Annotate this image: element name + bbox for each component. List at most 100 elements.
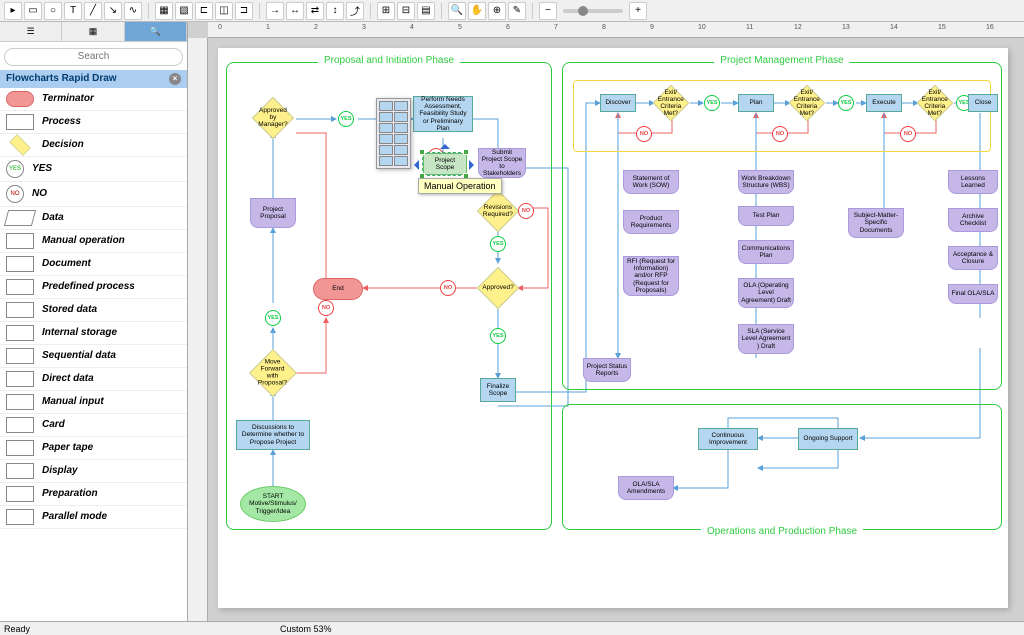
node-sme[interactable]: Subject-Matter-Specific Documents bbox=[848, 208, 904, 238]
arrow-tool-2[interactable]: ↔ bbox=[286, 2, 304, 20]
shape-manual-input[interactable]: Manual input bbox=[0, 391, 187, 414]
shape-process[interactable]: Process bbox=[0, 111, 187, 134]
node-close[interactable]: Close bbox=[968, 94, 998, 112]
node-psr[interactable]: Project Status Reports bbox=[583, 358, 631, 382]
connector-yes-4[interactable]: YES bbox=[490, 328, 506, 344]
align-right-tool[interactable]: ⊐ bbox=[235, 2, 253, 20]
node-discussions[interactable]: Discussions to Determine whether to Prop… bbox=[236, 420, 310, 450]
node-sla[interactable]: SLA (Service Level Agreement ) Draft bbox=[738, 324, 794, 354]
node-end[interactable]: End bbox=[313, 278, 363, 300]
node-finalize[interactable]: Finalize Scope bbox=[480, 378, 516, 402]
shape-paper-tape[interactable]: Paper tape bbox=[0, 437, 187, 460]
palette-shape-5[interactable] bbox=[379, 123, 393, 133]
arrow-handle-up[interactable] bbox=[440, 139, 450, 149]
ellipse-tool[interactable]: ○ bbox=[44, 2, 62, 20]
shape-internal-storage[interactable]: Internal storage bbox=[0, 322, 187, 345]
shape-display[interactable]: Display bbox=[0, 460, 187, 483]
group-tool[interactable]: ▦ bbox=[155, 2, 173, 20]
shape-data[interactable]: Data bbox=[0, 207, 187, 230]
shape-direct-data[interactable]: Direct data bbox=[0, 368, 187, 391]
stamp-tool[interactable]: ⊕ bbox=[488, 2, 506, 20]
palette-shape-7[interactable] bbox=[379, 134, 393, 144]
connector-yes-1[interactable]: YES bbox=[265, 310, 281, 326]
connector-yes-3[interactable]: YES bbox=[490, 236, 506, 252]
sidebar-tab-1[interactable]: ☰ bbox=[0, 22, 62, 41]
node-sow[interactable]: Statement of Work (SOW) bbox=[623, 170, 679, 194]
arrow-tool-4[interactable]: ↕ bbox=[326, 2, 344, 20]
sidebar-tab-2[interactable]: ▦ bbox=[62, 22, 124, 41]
search-tool[interactable]: 🔍 bbox=[448, 2, 466, 20]
shape-terminator[interactable]: Terminator bbox=[0, 88, 187, 111]
node-finalola[interactable]: Final OLA/SLA bbox=[948, 284, 998, 304]
palette-shape-9[interactable] bbox=[379, 145, 393, 155]
node-archive[interactable]: Archive Checklist bbox=[948, 208, 998, 232]
edit-tool[interactable]: ✎ bbox=[508, 2, 526, 20]
zoom-in-icon[interactable]: + bbox=[629, 2, 647, 20]
zoom-slider[interactable] bbox=[563, 9, 623, 13]
palette-shape-6[interactable] bbox=[394, 123, 408, 133]
connector-no-rev[interactable]: NO bbox=[518, 203, 534, 219]
sidebar-tab-search[interactable]: 🔍 bbox=[125, 22, 187, 41]
arrow-tool-5[interactable]: ⤴ bbox=[346, 2, 364, 20]
arrow-handle-right[interactable] bbox=[469, 160, 479, 170]
shape-sequential-data[interactable]: Sequential data bbox=[0, 345, 187, 368]
connector-yes-pm1[interactable]: YES bbox=[704, 95, 720, 111]
node-submit-scope[interactable]: Submit Project Scope to Stakeholders bbox=[478, 148, 526, 178]
shape-predefined-process[interactable]: Predefined process bbox=[0, 276, 187, 299]
hand-tool[interactable]: ✋ bbox=[468, 2, 486, 20]
floating-shape-palette[interactable] bbox=[376, 98, 411, 169]
search-input[interactable] bbox=[4, 48, 183, 66]
node-accept[interactable]: Acceptance & Closure bbox=[948, 246, 998, 270]
arrow-tool-1[interactable]: → bbox=[266, 2, 284, 20]
distribute-v-tool[interactable]: ⊟ bbox=[397, 2, 415, 20]
close-library-icon[interactable]: × bbox=[169, 73, 181, 85]
node-amend[interactable]: OLA/SLA Amendments bbox=[618, 476, 674, 500]
palette-shape-8[interactable] bbox=[394, 134, 408, 144]
text-tool[interactable]: T bbox=[64, 2, 82, 20]
node-project-proposal[interactable]: Project Proposal bbox=[250, 198, 296, 228]
ungroup-tool[interactable]: ▧ bbox=[175, 2, 193, 20]
connector-no-pm2[interactable]: NO bbox=[772, 126, 788, 142]
drawing-canvas[interactable]: Proposal and Initiation Phase Project Ma… bbox=[218, 48, 1008, 608]
connector-yes-pm2[interactable]: YES bbox=[838, 95, 854, 111]
shape-preparation[interactable]: Preparation bbox=[0, 483, 187, 506]
shape-decision[interactable]: Decision bbox=[0, 134, 187, 157]
node-needs-assessment[interactable]: Perform Needs Assessment, Feasibility St… bbox=[413, 96, 473, 132]
node-start[interactable]: START Motive/Stimulus/ Trigger/Idea bbox=[240, 486, 306, 522]
palette-shape-1[interactable] bbox=[379, 101, 393, 111]
curve-tool[interactable]: ∿ bbox=[124, 2, 142, 20]
palette-shape-2[interactable] bbox=[394, 101, 408, 111]
node-wbs[interactable]: Work Breakdown Structure (WBS) bbox=[738, 170, 794, 194]
node-ci[interactable]: Continuous Improvement bbox=[698, 428, 758, 450]
shape-card[interactable]: Card bbox=[0, 414, 187, 437]
shape-document[interactable]: Document bbox=[0, 253, 187, 276]
palette-shape-11[interactable] bbox=[379, 156, 393, 166]
shape-no[interactable]: NONO bbox=[0, 182, 187, 207]
connector-no-pm3[interactable]: NO bbox=[900, 126, 916, 142]
node-testplan[interactable]: Test Plan bbox=[738, 206, 794, 226]
node-discover[interactable]: Discover bbox=[600, 94, 636, 112]
arrow-tool-3[interactable]: ⇄ bbox=[306, 2, 324, 20]
node-commplan[interactable]: Communications Plan bbox=[738, 240, 794, 264]
connector-yes-2[interactable]: YES bbox=[338, 111, 354, 127]
node-project-scope[interactable]: Project Scope bbox=[423, 153, 467, 175]
node-rfi[interactable]: RFI (Request for Information) and/or RFP… bbox=[623, 256, 679, 296]
line-tool[interactable]: ╱ bbox=[84, 2, 102, 20]
node-prodreq[interactable]: Product Requirements bbox=[623, 210, 679, 234]
rect-tool[interactable]: ▭ bbox=[24, 2, 42, 20]
shape-yes[interactable]: YESYES bbox=[0, 157, 187, 182]
library-header[interactable]: Flowcharts Rapid Draw × bbox=[0, 70, 187, 88]
distribute-h-tool[interactable]: ⊞ bbox=[377, 2, 395, 20]
selected-shape-outline[interactable]: Project Scope bbox=[422, 152, 466, 176]
zoom-out-icon[interactable]: − bbox=[539, 2, 557, 20]
node-plan[interactable]: Plan bbox=[738, 94, 774, 112]
connector-no-pm1[interactable]: NO bbox=[636, 126, 652, 142]
align-left-tool[interactable]: ⊏ bbox=[195, 2, 213, 20]
palette-shape-3[interactable] bbox=[379, 112, 393, 122]
node-execute[interactable]: Execute bbox=[866, 94, 902, 112]
shape-parallel-mode[interactable]: Parallel mode bbox=[0, 506, 187, 529]
connector-tool[interactable]: ↘ bbox=[104, 2, 122, 20]
node-ongoing[interactable]: Ongoing Support bbox=[798, 428, 858, 450]
shape-manual-operation[interactable]: Manual operation bbox=[0, 230, 187, 253]
layer-tool[interactable]: ▤ bbox=[417, 2, 435, 20]
